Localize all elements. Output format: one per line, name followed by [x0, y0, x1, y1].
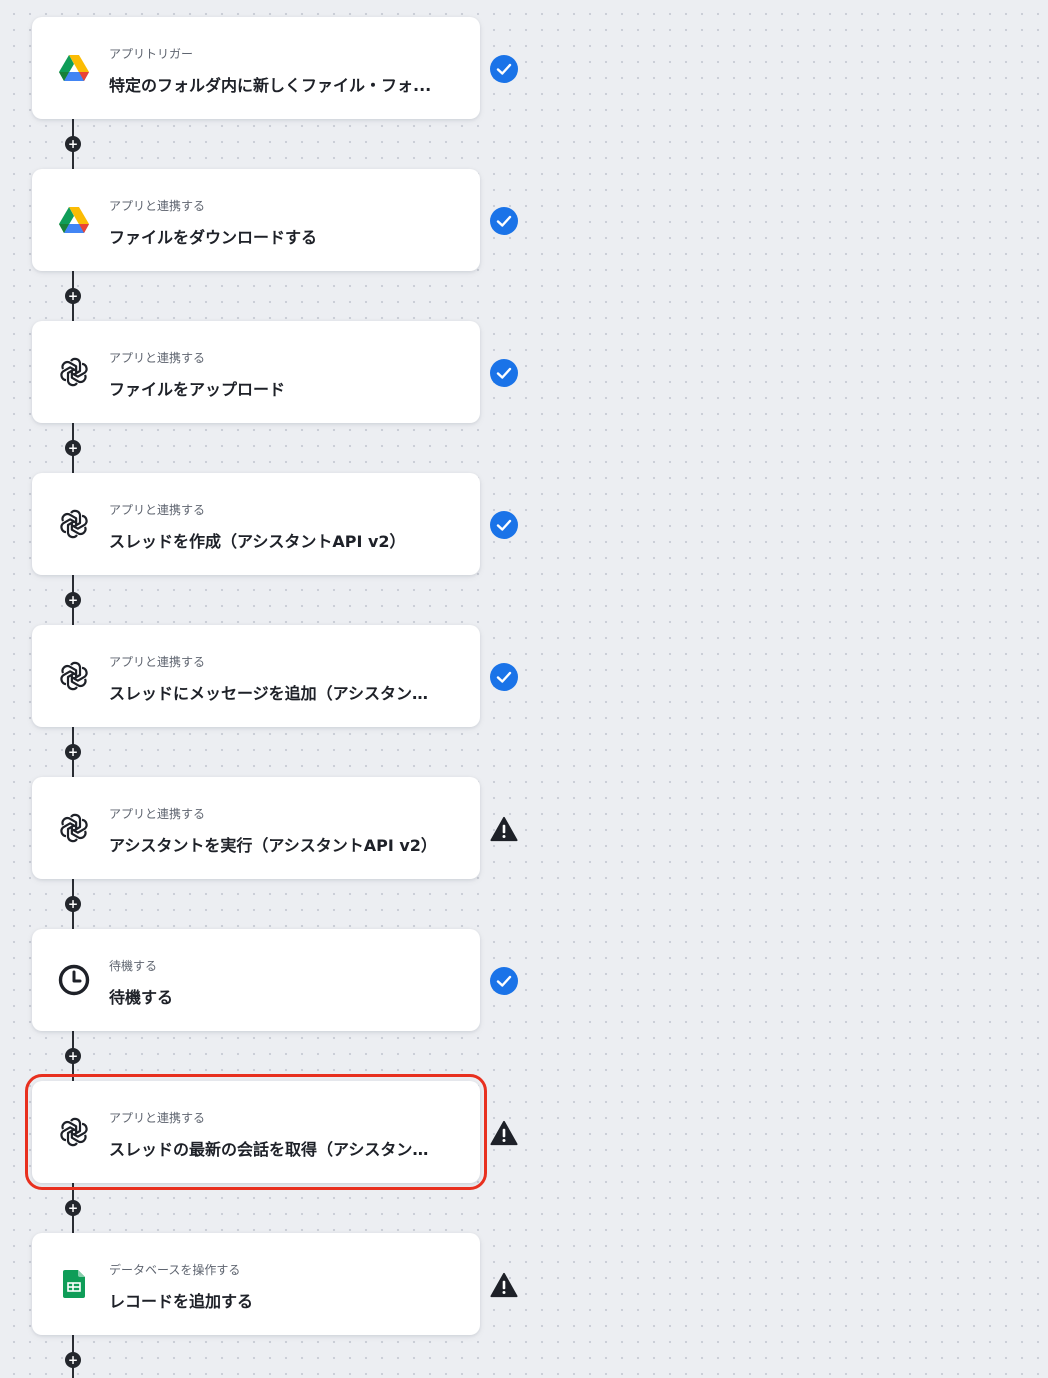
step-title: スレッドを作成（アシスタントAPI v2）	[109, 532, 406, 551]
step-subtitle: アプリと連携する	[109, 199, 206, 213]
openai-icon	[54, 1112, 94, 1152]
step-subtitle: アプリと連携する	[109, 1111, 206, 1125]
step-subtitle: アプリと連携する	[109, 503, 206, 517]
step-subtitle: アプリトリガー	[109, 47, 194, 61]
step-card[interactable]: アプリと連携するスレッドにメッセージを追加（アシスタントA...	[32, 625, 480, 727]
step-title: レコードを追加する	[109, 1292, 254, 1311]
step-card[interactable]: 待機する 待機する	[32, 929, 480, 1031]
add-step-button[interactable]: +	[65, 440, 81, 456]
add-step-button[interactable]: +	[65, 1352, 81, 1368]
step-subtitle: 待機する	[109, 959, 158, 973]
openai-icon	[54, 808, 94, 848]
step-subtitle: アプリと連携する	[109, 655, 206, 669]
check-circle-icon	[490, 359, 518, 387]
add-step-button[interactable]: +	[65, 1200, 81, 1216]
openai-icon	[54, 504, 94, 544]
step-title: ファイルをアップロード	[109, 380, 286, 399]
add-step-button[interactable]: +	[65, 136, 81, 152]
check-circle-icon	[490, 511, 518, 539]
step-title: アシスタントを実行（アシスタントAPI v2）	[109, 836, 437, 855]
add-step-button[interactable]: +	[65, 744, 81, 760]
step-subtitle: アプリと連携する	[109, 807, 206, 821]
workflow-step: アプリと連携するファイルをアップロード	[0, 321, 600, 425]
workflow-step: アプリと連携するスレッドを作成（アシスタントAPI v2）	[0, 473, 600, 577]
warning-triangle-icon	[490, 815, 518, 843]
workflow-step: データベースを操作するレコードを追加する	[0, 1233, 600, 1337]
step-subtitle: アプリと連携する	[109, 351, 206, 365]
workflow-canvas: アプリトリガー特定のフォルダ内に新しくファイル・フォ... + アプリと連携する…	[0, 0, 1048, 1378]
step-title: 特定のフォルダ内に新しくファイル・フォ...	[109, 76, 432, 95]
check-circle-icon	[490, 55, 518, 83]
google-drive-icon	[54, 48, 94, 88]
openai-icon	[54, 352, 94, 392]
add-step-button[interactable]: +	[65, 288, 81, 304]
step-title: 待機する	[109, 988, 174, 1007]
workflow-step: アプリトリガー特定のフォルダ内に新しくファイル・フォ...	[0, 17, 600, 121]
warning-triangle-icon	[490, 1271, 518, 1299]
step-card[interactable]: データベースを操作するレコードを追加する	[32, 1233, 480, 1335]
workflow-step: アプリと連携するスレッドにメッセージを追加（アシスタントA...	[0, 625, 600, 729]
check-circle-icon	[490, 207, 518, 235]
warning-triangle-icon	[490, 1119, 518, 1147]
workflow-step: アプリと連携するファイルをダウンロードする	[0, 169, 600, 273]
workflow-step: アプリと連携するスレッドの最新の会話を取得（アシスタント...	[0, 1074, 600, 1190]
step-card[interactable]: アプリトリガー特定のフォルダ内に新しくファイル・フォ...	[32, 17, 480, 119]
google-sheets-icon	[54, 1264, 94, 1304]
step-card-highlighted[interactable]: アプリと連携するスレッドの最新の会話を取得（アシスタント...	[25, 1074, 487, 1190]
google-drive-icon	[54, 200, 94, 240]
workflow-step: アプリと連携するアシスタントを実行（アシスタントAPI v2）	[0, 777, 600, 881]
step-card[interactable]: アプリと連携するファイルをダウンロードする	[32, 169, 480, 271]
clock-icon	[54, 960, 94, 1000]
openai-icon	[54, 656, 94, 696]
add-step-button[interactable]: +	[65, 1048, 81, 1064]
step-subtitle: データベースを操作する	[109, 1263, 241, 1277]
check-circle-icon	[490, 967, 518, 995]
step-title: スレッドの最新の会話を取得（アシスタント...	[109, 1140, 439, 1159]
check-circle-icon	[490, 663, 518, 691]
step-title: スレッドにメッセージを追加（アシスタントA...	[109, 684, 439, 703]
workflow-step: 待機する 待機する	[0, 929, 600, 1033]
step-card[interactable]: アプリと連携するアシスタントを実行（アシスタントAPI v2）	[32, 777, 480, 879]
step-card[interactable]: アプリと連携するファイルをアップロード	[32, 321, 480, 423]
add-step-button[interactable]: +	[65, 592, 81, 608]
add-step-button[interactable]: +	[65, 896, 81, 912]
step-card[interactable]: アプリと連携するスレッドを作成（アシスタントAPI v2）	[32, 473, 480, 575]
step-title: ファイルをダウンロードする	[109, 228, 318, 247]
